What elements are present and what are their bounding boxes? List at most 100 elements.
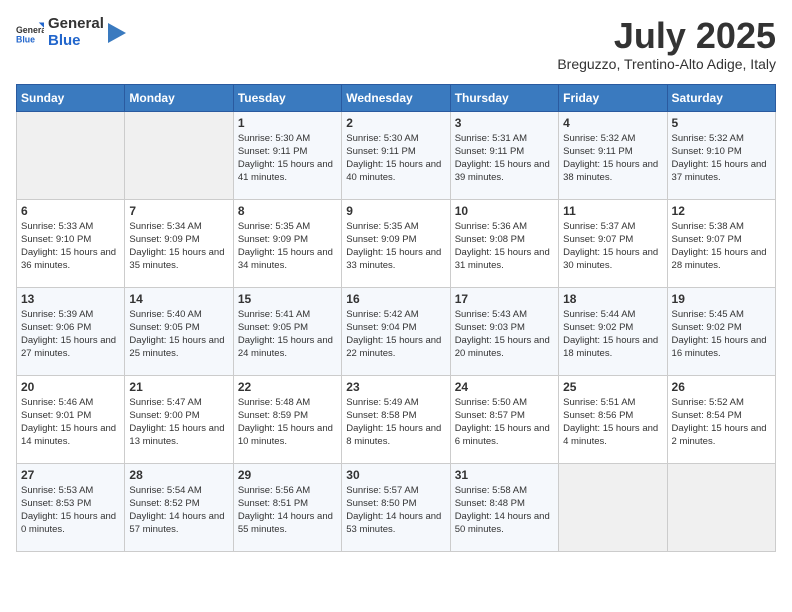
calendar-week-row: 6 Sunrise: 5:33 AMSunset: 9:10 PMDaylight… [17,199,776,287]
calendar-cell: 28Sunrise: 5:54 AMSunset: 8:52 PMDayligh… [125,463,233,551]
calendar-cell: 12Sunrise: 5:38 AMSunset: 9:07 PMDayligh… [667,199,775,287]
day-detail: Sunrise: 5:58 AMSunset: 8:48 PMDaylight:… [455,484,554,537]
day-detail: Sunrise: 5:38 AMSunset: 9:07 PMDaylight:… [672,220,771,273]
day-detail: Sunrise: 5:30 AMSunset: 9:11 PMDaylight:… [346,132,445,185]
calendar-cell: 23 Sunrise: 5:49 AMSunset: 8:58 PMDayligh… [342,375,450,463]
day-detail: Sunrise: 5:43 AMSunset: 9:03 PMDaylight:… [455,308,554,361]
day-number: 23 [346,380,445,394]
day-number: 13 [21,292,120,306]
calendar-week-row: 27 Sunrise: 5:53 AMSunset: 8:53 PMDayligh… [17,463,776,551]
calendar-cell: 1Sunrise: 5:30 AMSunset: 9:11 PMDaylight… [233,111,341,199]
calendar-cell: 22Sunrise: 5:48 AMSunset: 8:59 PMDayligh… [233,375,341,463]
day-number: 17 [455,292,554,306]
day-detail: Sunrise: 5:44 AMSunset: 9:02 PMDaylight:… [563,308,662,361]
day-number: 14 [129,292,228,306]
calendar-cell: 31 Sunrise: 5:58 AMSunset: 8:48 PMDayligh… [450,463,558,551]
day-detail: Sunrise: 5:57 AMSunset: 8:50 PMDaylight:… [346,484,445,537]
page-header: General Blue General Blue July 2025 Breg… [16,16,776,72]
day-detail: Sunrise: 5:54 AMSunset: 8:52 PMDaylight:… [129,484,228,537]
day-number: 26 [672,380,771,394]
day-number: 10 [455,204,554,218]
day-detail: Sunrise: 5:42 AMSunset: 9:04 PMDaylight:… [346,308,445,361]
day-number: 7 [129,204,228,218]
day-number: 11 [563,204,662,218]
day-detail: Sunrise: 5:34 AMSunset: 9:09 PMDaylight:… [129,220,228,273]
calendar-cell: 6 Sunrise: 5:33 AMSunset: 9:10 PMDaylight… [17,199,125,287]
day-detail: Sunrise: 5:49 AMSunset: 8:58 PMDaylight:… [346,396,445,449]
calendar-cell: 10 Sunrise: 5:36 AMSunset: 9:08 PMDayligh… [450,199,558,287]
month-title: July 2025 [557,16,776,56]
day-detail: Sunrise: 5:52 AMSunset: 8:54 PMDaylight:… [672,396,771,449]
calendar-cell: 19Sunrise: 5:45 AMSunset: 9:02 PMDayligh… [667,287,775,375]
day-detail: Sunrise: 5:45 AMSunset: 9:02 PMDaylight:… [672,308,771,361]
calendar-header-row: Sunday Monday Tuesday Wednesday Thursday… [17,84,776,111]
header-sunday: Sunday [17,84,125,111]
calendar-cell: 3Sunrise: 5:31 AMSunset: 9:11 PMDaylight… [450,111,558,199]
day-detail: Sunrise: 5:51 AMSunset: 8:56 PMDaylight:… [563,396,662,449]
logo-general-text: General [48,16,104,33]
day-number: 20 [21,380,120,394]
header-tuesday: Tuesday [233,84,341,111]
calendar-cell: 17 Sunrise: 5:43 AMSunset: 9:03 PMDayligh… [450,287,558,375]
calendar-cell: 4Sunrise: 5:32 AMSunset: 9:11 PMDaylight… [559,111,667,199]
logo-blue-text: Blue [48,33,104,50]
day-detail: Sunrise: 5:40 AMSunset: 9:05 PMDaylight:… [129,308,228,361]
calendar-cell: 14 Sunrise: 5:40 AMSunset: 9:05 PMDayligh… [125,287,233,375]
day-detail: Sunrise: 5:48 AMSunset: 8:59 PMDaylight:… [238,396,337,449]
day-detail: Sunrise: 5:30 AMSunset: 9:11 PMDaylight:… [238,132,337,185]
calendar-cell [17,111,125,199]
day-number: 2 [346,116,445,130]
header-thursday: Thursday [450,84,558,111]
day-number: 3 [455,116,554,130]
day-detail: Sunrise: 5:35 AMSunset: 9:09 PMDaylight:… [346,220,445,273]
day-detail: Sunrise: 5:36 AMSunset: 9:08 PMDaylight:… [455,220,554,273]
title-block: July 2025 Breguzzo, Trentino-Alto Adige,… [557,16,776,72]
header-friday: Friday [559,84,667,111]
day-detail: Sunrise: 5:37 AMSunset: 9:07 PMDaylight:… [563,220,662,273]
calendar-cell: 8Sunrise: 5:35 AMSunset: 9:09 PMDaylight… [233,199,341,287]
calendar-cell: 24Sunrise: 5:50 AMSunset: 8:57 PMDayligh… [450,375,558,463]
day-number: 29 [238,468,337,482]
calendar-cell [559,463,667,551]
day-number: 6 [21,204,120,218]
day-number: 31 [455,468,554,482]
calendar-cell [125,111,233,199]
day-number: 27 [21,468,120,482]
day-number: 4 [563,116,662,130]
day-number: 16 [346,292,445,306]
day-number: 30 [346,468,445,482]
day-number: 21 [129,380,228,394]
day-detail: Sunrise: 5:47 AMSunset: 9:00 PMDaylight:… [129,396,228,449]
calendar-week-row: 20 Sunrise: 5:46 AMSunset: 9:01 PMDayligh… [17,375,776,463]
day-detail: Sunrise: 5:32 AMSunset: 9:10 PMDaylight:… [672,132,771,185]
day-number: 24 [455,380,554,394]
header-saturday: Saturday [667,84,775,111]
logo: General Blue General Blue [16,16,126,49]
calendar-cell: 25 Sunrise: 5:51 AMSunset: 8:56 PMDayligh… [559,375,667,463]
calendar-cell: 5 Sunrise: 5:32 AMSunset: 9:10 PMDaylight… [667,111,775,199]
calendar-cell: 29 Sunrise: 5:56 AMSunset: 8:51 PMDayligh… [233,463,341,551]
calendar-cell: 9Sunrise: 5:35 AMSunset: 9:09 PMDaylight… [342,199,450,287]
calendar-cell: 16 Sunrise: 5:42 AMSunset: 9:04 PMDayligh… [342,287,450,375]
calendar-cell: 13Sunrise: 5:39 AMSunset: 9:06 PMDayligh… [17,287,125,375]
day-detail: Sunrise: 5:53 AMSunset: 8:53 PMDaylight:… [21,484,120,537]
day-number: 5 [672,116,771,130]
header-wednesday: Wednesday [342,84,450,111]
day-detail: Sunrise: 5:41 AMSunset: 9:05 PMDaylight:… [238,308,337,361]
calendar-cell: 21 Sunrise: 5:47 AMSunset: 9:00 PMDayligh… [125,375,233,463]
location-subtitle: Breguzzo, Trentino-Alto Adige, Italy [557,56,776,72]
logo-icon: General Blue [16,19,44,47]
calendar-cell: 30 Sunrise: 5:57 AMSunset: 8:50 PMDayligh… [342,463,450,551]
day-detail: Sunrise: 5:33 AMSunset: 9:10 PMDaylight:… [21,220,120,273]
day-detail: Sunrise: 5:46 AMSunset: 9:01 PMDaylight:… [21,396,120,449]
svg-text:Blue: Blue [16,34,35,44]
day-number: 25 [563,380,662,394]
calendar-week-row: 13Sunrise: 5:39 AMSunset: 9:06 PMDayligh… [17,287,776,375]
calendar-cell: 15Sunrise: 5:41 AMSunset: 9:05 PMDayligh… [233,287,341,375]
day-detail: Sunrise: 5:35 AMSunset: 9:09 PMDaylight:… [238,220,337,273]
day-number: 18 [563,292,662,306]
calendar-week-row: 1Sunrise: 5:30 AMSunset: 9:11 PMDaylight… [17,111,776,199]
day-detail: Sunrise: 5:56 AMSunset: 8:51 PMDaylight:… [238,484,337,537]
calendar-cell: 18 Sunrise: 5:44 AMSunset: 9:02 PMDayligh… [559,287,667,375]
calendar-cell: 26 Sunrise: 5:52 AMSunset: 8:54 PMDayligh… [667,375,775,463]
